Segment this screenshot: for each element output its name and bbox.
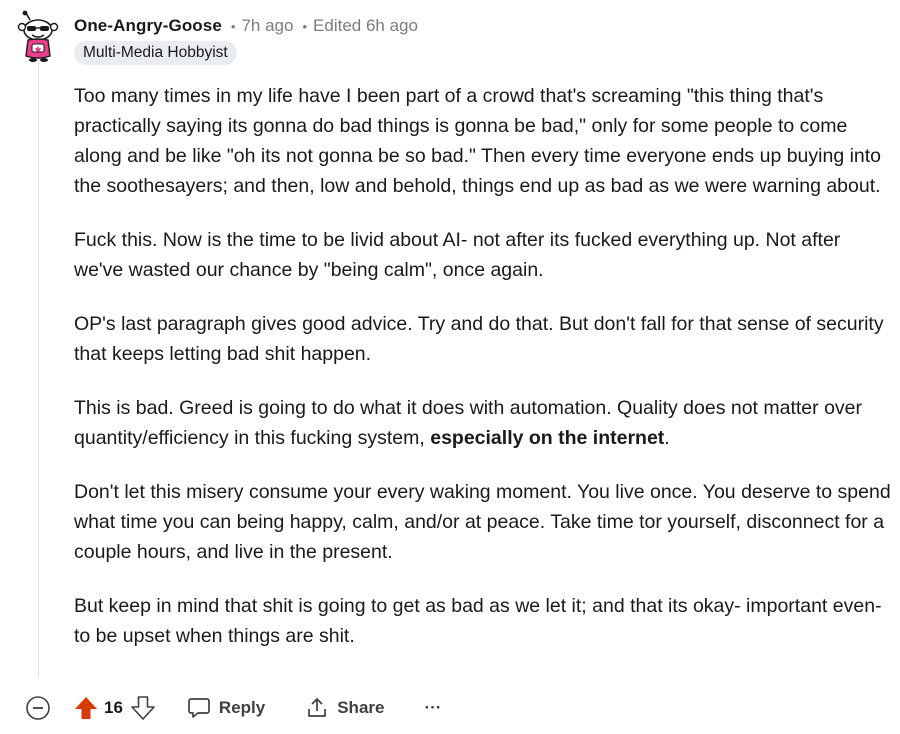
separator-dot: • [230, 18, 236, 34]
comment-paragraph: But keep in mind that shit is going to g… [74, 595, 882, 647]
user-flair: Multi-Media Hobbyist [74, 41, 237, 65]
more-icon: ··· [424, 698, 442, 717]
more-options-button[interactable]: ··· [416, 691, 449, 725]
comment-header: One-Angry-Goose • 7h ago • Edited 6h ago [74, 14, 418, 38]
downvote-button[interactable] [129, 694, 157, 722]
comment-paragraph: OP's last paragraph gives good advice. T… [74, 313, 884, 365]
comment-body: Too many times in my life have I been pa… [74, 81, 894, 675]
share-button[interactable]: Share [295, 691, 394, 725]
vote-score: 16 [104, 698, 123, 717]
bold-text: especially on the internet [430, 427, 665, 449]
share-label: Share [337, 698, 385, 717]
post-time[interactable]: 7h ago [241, 16, 293, 36]
username-link[interactable]: One-Angry-Goose [74, 16, 222, 36]
downvote-icon [131, 696, 155, 720]
comment-paragraph: Too many times in my life have I been pa… [74, 85, 882, 197]
upvote-icon [75, 697, 97, 719]
collapse-icon [26, 696, 50, 720]
reply-label: Reply [218, 698, 266, 717]
share-icon [308, 698, 327, 717]
comment-paragraph: Fuck this. Now is the time to be livid a… [74, 229, 841, 281]
comment-bubble-icon [188, 698, 210, 718]
reply-button[interactable]: Reply [177, 691, 275, 725]
collapse-button[interactable] [24, 694, 52, 722]
comment-paragraph: Don't let this misery consume your every… [74, 481, 891, 563]
edited-time: Edited 6h ago [313, 16, 418, 35]
thread-line[interactable] [38, 60, 39, 678]
snoo-avatar-icon [17, 10, 59, 62]
paragraph-text: . [664, 427, 670, 449]
avatar[interactable] [16, 10, 62, 64]
comment-paragraph: This is bad. Greed is going to do what i… [74, 393, 894, 453]
separator-dot: • [302, 18, 308, 34]
comment-action-bar: 16 Reply Share ··· [24, 690, 449, 726]
upvote-button[interactable] [72, 694, 100, 722]
